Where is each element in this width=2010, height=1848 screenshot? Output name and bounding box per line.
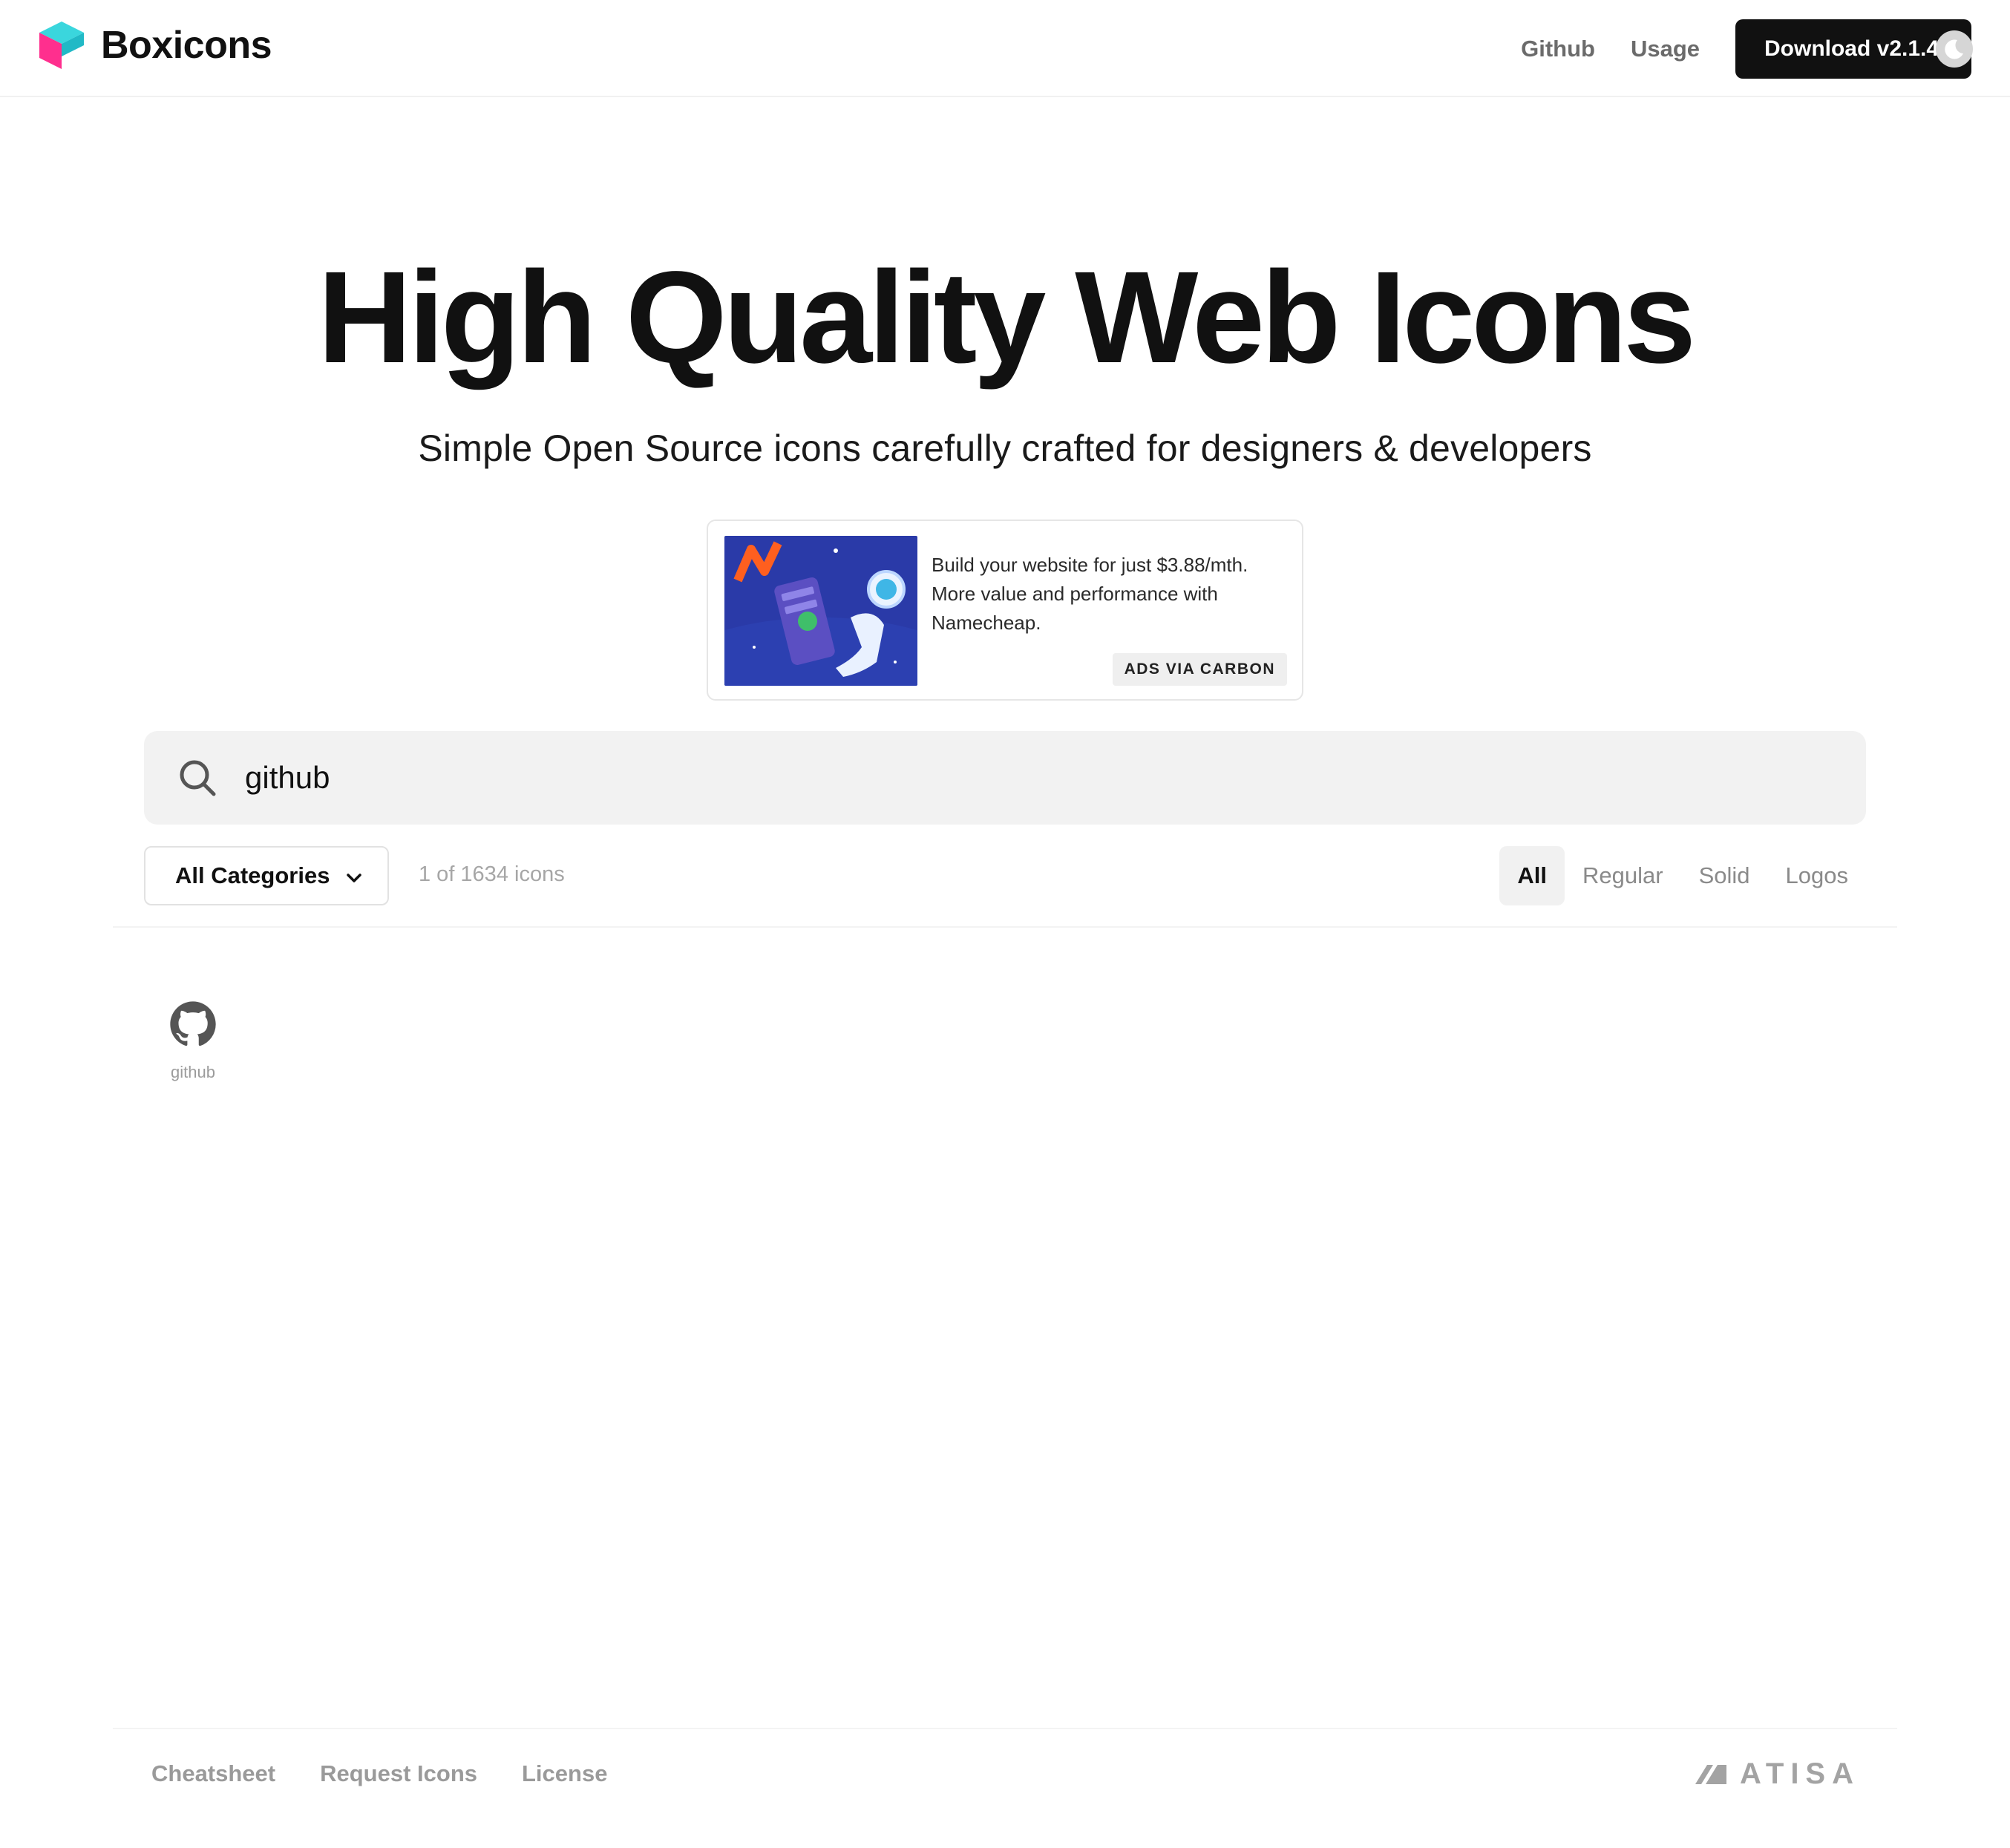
chevron-down-icon — [347, 874, 361, 882]
ad-text[interactable]: Build your website for just $3.88/mth. M… — [932, 551, 1288, 638]
theme-toggle[interactable] — [1936, 30, 1973, 68]
hero-subtitle: Simple Open Source icons carefully craft… — [418, 427, 1592, 469]
search-bar[interactable] — [144, 731, 1866, 825]
nav-usage-link[interactable]: Usage — [1631, 36, 1700, 62]
footer-links: Cheatsheet Request Icons License — [151, 1760, 652, 1787]
footer-divider — [113, 1728, 1897, 1729]
nav-github-link[interactable]: Github — [1521, 36, 1595, 62]
footer-request-icons-link[interactable]: Request Icons — [320, 1760, 477, 1787]
download-button[interactable]: Download v2.1.4 — [1735, 19, 1973, 79]
brand[interactable]: Boxicons — [37, 19, 272, 71]
hero-title: High Quality Web Icons — [317, 245, 1696, 390]
results-count: 1 of 1634 icons — [419, 862, 565, 886]
moon-icon — [1945, 39, 1963, 59]
download-button-label: Download v2.1.4 — [1764, 36, 1939, 61]
ad-illustration — [724, 536, 917, 686]
tab-regular[interactable]: Regular — [1565, 846, 1681, 905]
search-input[interactable] — [245, 752, 1804, 804]
site-header: Boxicons Github Usage Download v2.1.4 — [0, 0, 2010, 97]
top-nav: Github Usage Download v2.1.4 — [1521, 19, 1973, 79]
ads-via-carbon-label[interactable]: ADS VIA CARBON — [1112, 653, 1287, 686]
ad-image[interactable] — [724, 536, 917, 686]
icon-card-label: github — [171, 1063, 215, 1081]
carbon-ad[interactable]: Build your website for just $3.88/mth. M… — [707, 520, 1303, 701]
category-select[interactable]: All Categories — [144, 846, 389, 905]
boxicons-logo-icon — [39, 22, 84, 69]
brand-name: Boxicons — [101, 24, 272, 67]
atisa-wordmark: ATISA — [1739, 1757, 1860, 1790]
tab-all[interactable]: All — [1499, 846, 1565, 905]
atisa-brand[interactable]: ATISA — [1695, 1757, 1860, 1791]
footer-cheatsheet-link[interactable]: Cheatsheet — [151, 1760, 275, 1787]
footer-license-link[interactable]: License — [522, 1760, 607, 1787]
github-icon — [170, 1001, 216, 1046]
tab-solid[interactable]: Solid — [1681, 846, 1768, 905]
tab-logos[interactable]: Logos — [1768, 846, 1866, 905]
atisa-logo-icon — [1695, 1764, 1726, 1784]
search-icon — [180, 760, 216, 796]
icon-type-tabs: All Regular Solid Logos — [1499, 846, 1866, 905]
filters-divider — [113, 926, 1897, 928]
icon-card-github[interactable]: github — [148, 995, 238, 1098]
category-select-label: All Categories — [175, 862, 330, 888]
